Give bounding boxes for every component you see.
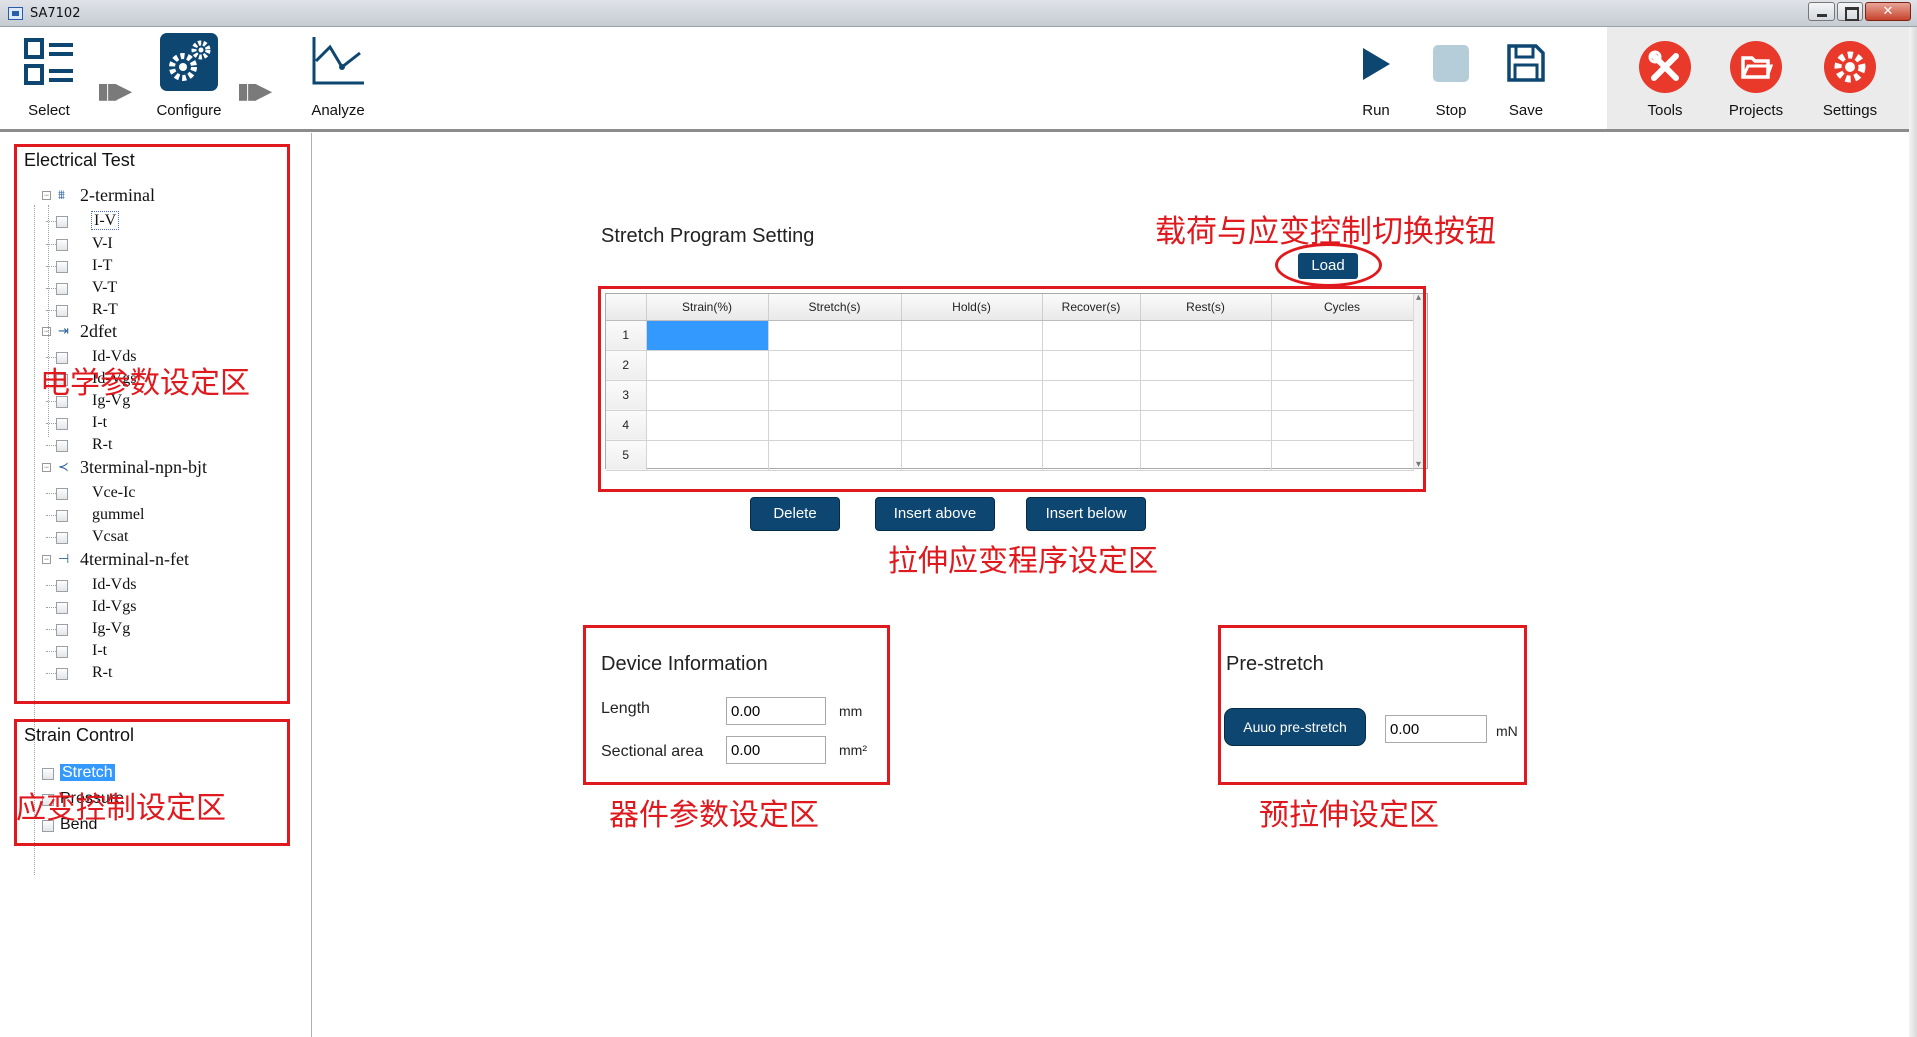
electrical-zone-outline <box>14 144 290 704</box>
program-zone-annotation: 拉伸应变程序设定区 <box>888 544 1158 579</box>
insert-above-button[interactable]: Insert above <box>875 497 995 531</box>
device-zone-annotation: 器件参数设定区 <box>609 798 819 833</box>
configure-label: Configure <box>156 102 222 119</box>
run-label: Run <box>1362 102 1390 119</box>
tools-label: Tools <box>1647 102 1683 119</box>
stop-button[interactable]: Stop <box>1420 27 1482 127</box>
settings-gear-icon <box>1824 41 1876 93</box>
stop-label: Stop <box>1435 102 1467 119</box>
projects-folder-icon <box>1730 41 1782 93</box>
run-play-icon <box>1363 48 1390 80</box>
prestretch-zone-annotation: 预拉伸设定区 <box>1259 798 1439 833</box>
stop-icon <box>1433 45 1469 82</box>
save-button[interactable]: Save <box>1495 27 1557 127</box>
flow-arrow-icon: ▮▮▶ <box>97 79 132 104</box>
program-title: Stretch Program Setting <box>601 225 815 247</box>
insert-below-button[interactable]: Insert below <box>1026 497 1146 531</box>
app-icon <box>8 7 23 20</box>
analyze-label: Analyze <box>311 102 365 119</box>
close-icon[interactable] <box>1865 2 1911 21</box>
save-label: Save <box>1508 102 1544 119</box>
tools-wrench-icon <box>1639 41 1691 93</box>
settings-label: Settings <box>1822 102 1878 119</box>
projects-label: Projects <box>1728 102 1784 119</box>
select-icon <box>24 38 73 85</box>
title-bar: SA7102 <box>0 0 1917 27</box>
save-disk-icon <box>1507 44 1545 82</box>
analyze-chart-icon <box>312 37 364 85</box>
projects-button[interactable]: Projects <box>1717 27 1795 127</box>
strain-zone-annotation: 应变控制设定区 <box>16 791 226 826</box>
window-controls <box>1806 2 1911 21</box>
device-zone-outline <box>583 625 890 785</box>
analyze-button[interactable]: Analyze <box>298 27 378 127</box>
sidebar: Electrical Test − ⩩ 2-terminal I-V V-I I… <box>0 133 312 1037</box>
prestretch-zone-outline <box>1218 625 1527 785</box>
configure-gear-icon <box>160 33 218 91</box>
toolbar: Select ▮▮▶ Configure ▮▮▶ Analyze Run Sto… <box>0 27 1917 132</box>
run-button[interactable]: Run <box>1345 27 1407 127</box>
load-toggle-outline <box>1275 243 1382 287</box>
configure-button[interactable]: Configure <box>148 27 230 127</box>
tools-button[interactable]: Tools <box>1627 27 1703 127</box>
program-zone-outline <box>598 286 1426 492</box>
window-right-edge <box>1909 27 1917 1037</box>
window-title: SA7102 <box>30 6 81 21</box>
select-label: Select <box>28 102 70 119</box>
app-window: SA7102 Select ▮▮▶ <box>0 0 1917 1037</box>
minimize-icon[interactable] <box>1808 2 1835 21</box>
settings-button[interactable]: Settings <box>1809 27 1891 127</box>
flow-arrow-icon: ▮▮▶ <box>237 79 272 104</box>
electrical-zone-annotation: 电学参数设定区 <box>40 366 250 401</box>
maximize-icon[interactable] <box>1837 2 1863 21</box>
main-panel: Stretch Program Setting 载荷与应变控制切换按钮 Load… <box>313 133 1917 1037</box>
select-button[interactable]: Select <box>10 27 88 127</box>
tools-panel: Tools Projects Settings <box>1607 27 1917 129</box>
delete-button[interactable]: Delete <box>750 497 840 531</box>
